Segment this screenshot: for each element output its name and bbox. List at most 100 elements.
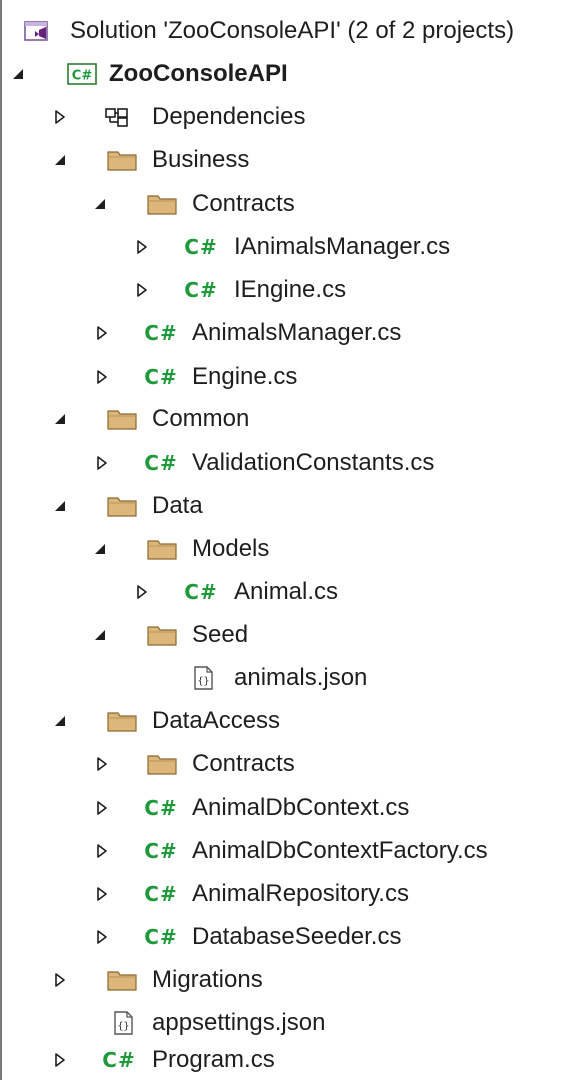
tree-node-migrations[interactable]: Migrations xyxy=(2,960,568,1000)
tree-node-data[interactable]: Data xyxy=(2,486,568,526)
migrations-label: Migrations xyxy=(152,966,263,993)
csharp-file-icon: C# xyxy=(144,365,178,389)
collapsed-arrow-icon[interactable] xyxy=(92,367,112,387)
visual-studio-solution-icon xyxy=(20,18,54,44)
tree-node-iengine[interactable]: C# IEngine.cs xyxy=(2,270,568,310)
collapsed-arrow-icon[interactable] xyxy=(132,582,152,602)
expanded-arrow-icon[interactable] xyxy=(90,625,110,645)
folder-icon xyxy=(105,406,139,432)
collapsed-arrow-icon[interactable] xyxy=(92,798,112,818)
collapsed-arrow-icon[interactable] xyxy=(92,453,112,473)
collapsed-arrow-icon[interactable] xyxy=(92,841,112,861)
appsettings-label: appsettings.json xyxy=(152,1009,326,1036)
collapsed-arrow-icon[interactable] xyxy=(50,107,70,127)
folder-icon xyxy=(145,191,179,217)
animaldbcontextfactory-label: AnimalDbContextFactory.cs xyxy=(192,837,488,864)
collapsed-arrow-icon[interactable] xyxy=(50,1050,70,1070)
collapsed-arrow-icon[interactable] xyxy=(92,754,112,774)
animal-label: Animal.cs xyxy=(234,578,339,605)
project-label: ZooConsoleAPI xyxy=(109,60,288,87)
folder-icon xyxy=(105,708,139,734)
tree-node-business[interactable]: Business xyxy=(2,140,568,180)
csharp-file-icon: C# xyxy=(144,839,178,863)
dataaccess-contracts-label: Contracts xyxy=(192,750,295,777)
csharp-file-icon: C# xyxy=(144,925,178,949)
expanded-arrow-icon[interactable] xyxy=(50,711,70,731)
databaseseeder-label: DatabaseSeeder.cs xyxy=(192,923,402,950)
business-contracts-label: Contracts xyxy=(192,190,295,217)
tree-node-program[interactable]: C# Program.cs xyxy=(2,1040,568,1080)
iengine-label: IEngine.cs xyxy=(234,276,347,303)
svg-text:{}: {} xyxy=(117,1021,129,1032)
expanded-arrow-icon[interactable] xyxy=(90,539,110,559)
svg-text:C#: C# xyxy=(72,69,93,84)
collapsed-arrow-icon[interactable] xyxy=(92,323,112,343)
tree-node-animaldbcontext[interactable]: C# AnimalDbContext.cs xyxy=(2,788,568,828)
tree-node-project[interactable]: C# ZooConsoleAPI xyxy=(2,54,568,94)
collapsed-arrow-icon[interactable] xyxy=(132,237,152,257)
folder-icon xyxy=(145,751,179,777)
animalsmanager-label: AnimalsManager.cs xyxy=(192,319,402,346)
tree-node-solution[interactable]: Solution 'ZooConsoleAPI' (2 of 2 project… xyxy=(2,11,568,51)
collapsed-arrow-icon[interactable] xyxy=(92,884,112,904)
program-label: Program.cs xyxy=(152,1046,275,1073)
csharp-file-icon: C# xyxy=(184,580,218,604)
seed-label: Seed xyxy=(192,621,249,648)
validationconstants-label: ValidationConstants.cs xyxy=(192,449,435,476)
collapsed-arrow-icon[interactable] xyxy=(132,280,152,300)
dependencies-icon xyxy=(102,104,136,130)
tree-node-engine[interactable]: C# Engine.cs xyxy=(2,357,568,397)
expanded-arrow-icon[interactable] xyxy=(50,496,70,516)
expanded-arrow-icon[interactable] xyxy=(50,409,70,429)
tree-node-ianimalsmanager[interactable]: C# IAnimalsManager.cs xyxy=(2,227,568,267)
business-label: Business xyxy=(152,146,250,173)
csharp-file-icon: C# xyxy=(144,451,178,475)
expanded-arrow-icon[interactable] xyxy=(8,64,28,84)
tree-node-appsettings[interactable]: {} appsettings.json xyxy=(2,1003,568,1043)
tree-node-dependencies[interactable]: Dependencies xyxy=(2,97,568,137)
tree-node-seed[interactable]: Seed xyxy=(2,615,568,655)
csharp-file-icon: C# xyxy=(144,321,178,345)
json-file-icon: {} xyxy=(186,665,220,691)
animaldbcontext-label: AnimalDbContext.cs xyxy=(192,794,410,821)
tree-node-animalrepository[interactable]: C# AnimalRepository.cs xyxy=(2,874,568,914)
csharp-file-icon: C# xyxy=(184,235,218,259)
tree-node-animalsjson[interactable]: {} animals.json xyxy=(2,658,568,698)
dependencies-label: Dependencies xyxy=(152,103,306,130)
animalsjson-label: animals.json xyxy=(234,664,368,691)
expanded-arrow-icon[interactable] xyxy=(50,150,70,170)
tree-node-common[interactable]: Common xyxy=(2,399,568,439)
common-label: Common xyxy=(152,405,250,432)
folder-icon xyxy=(105,147,139,173)
folder-icon xyxy=(145,536,179,562)
animalrepository-label: AnimalRepository.cs xyxy=(192,880,409,907)
json-file-icon: {} xyxy=(106,1010,140,1036)
csharp-file-icon: C# xyxy=(144,882,178,906)
tree-node-business-contracts[interactable]: Contracts xyxy=(2,184,568,224)
solution-explorer-tree: Solution 'ZooConsoleAPI' (2 of 2 project… xyxy=(0,0,568,1080)
tree-node-models[interactable]: Models xyxy=(2,529,568,569)
tree-node-databaseseeder[interactable]: C# DatabaseSeeder.cs xyxy=(2,917,568,957)
csharp-file-icon: C# xyxy=(184,278,218,302)
svg-text:{}: {} xyxy=(197,676,209,687)
folder-icon xyxy=(105,967,139,993)
tree-node-animaldbcontextfactory[interactable]: C# AnimalDbContextFactory.cs xyxy=(2,831,568,871)
tree-node-dataaccess[interactable]: DataAccess xyxy=(2,701,568,741)
folder-icon xyxy=(105,493,139,519)
folder-icon xyxy=(145,622,179,648)
csharp-file-icon: C# xyxy=(102,1048,136,1072)
tree-node-dataaccess-contracts[interactable]: Contracts xyxy=(2,744,568,784)
collapsed-arrow-icon[interactable] xyxy=(50,970,70,990)
solution-label: Solution 'ZooConsoleAPI' (2 of 2 project… xyxy=(70,17,515,44)
collapsed-arrow-icon[interactable] xyxy=(92,927,112,947)
models-label: Models xyxy=(192,535,270,562)
engine-label: Engine.cs xyxy=(192,363,298,390)
csharp-file-icon: C# xyxy=(144,796,178,820)
data-label: Data xyxy=(152,492,203,519)
ianimalsmanager-label: IAnimalsManager.cs xyxy=(234,233,451,260)
tree-node-animal[interactable]: C# Animal.cs xyxy=(2,572,568,612)
expanded-arrow-icon[interactable] xyxy=(90,194,110,214)
tree-node-animalsmanager[interactable]: C# AnimalsManager.cs xyxy=(2,313,568,353)
tree-node-validationconstants[interactable]: C# ValidationConstants.cs xyxy=(2,443,568,483)
csharp-project-icon: C# xyxy=(65,61,99,87)
